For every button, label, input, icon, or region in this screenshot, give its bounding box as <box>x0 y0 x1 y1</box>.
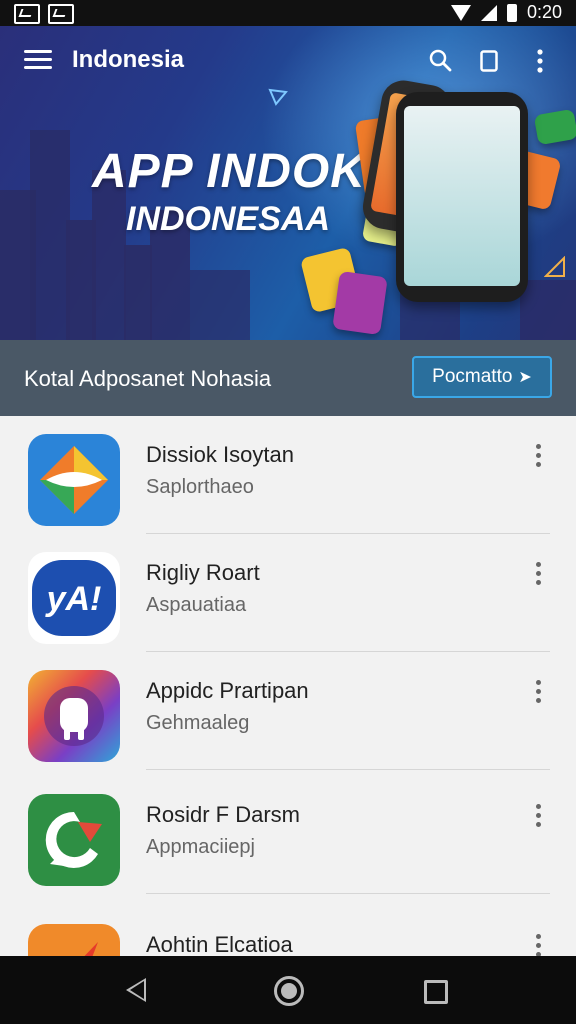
app-category: Saplorthaeo <box>146 476 254 498</box>
wifi-icon <box>450 4 471 21</box>
battery-icon <box>506 3 517 22</box>
menu-icon[interactable] <box>24 50 52 72</box>
status-time: 0:20 <box>526 2 562 22</box>
cellular-signal-icon <box>480 4 497 21</box>
divider <box>146 893 550 894</box>
phone-illustration-front <box>396 92 528 302</box>
list-item[interactable]: Appidc Prartipan Gehmaaleg <box>0 652 576 770</box>
list-item[interactable]: Aohtin Elcatioa <box>0 906 576 956</box>
app-list: Dissiok Isoytan Saplorthaeo yA! Rigliy R… <box>0 416 576 956</box>
app-icon <box>28 670 120 762</box>
list-item[interactable]: yA! Rigliy Roart Aspauatiaa <box>0 534 576 652</box>
system-nav-bar <box>0 956 576 1024</box>
app-icon <box>28 434 120 526</box>
more-vert-icon[interactable] <box>532 48 548 74</box>
triangle-decoration-icon <box>268 88 288 106</box>
photo-notification-icon <box>14 4 40 24</box>
list-item[interactable]: Rosidr F Darsm Appmaciiepj <box>0 776 576 894</box>
promo-button-label: Pocmatto <box>432 366 513 387</box>
hero-title: APP INDOK <box>92 145 366 198</box>
bookmark-icon[interactable] <box>480 50 498 72</box>
app-category: Aspauatiaa <box>146 594 247 616</box>
city-building <box>124 245 152 340</box>
hero-banner: Indonesia APP INDOK INDONESAA <box>0 26 576 340</box>
city-building <box>520 280 576 340</box>
city-building <box>190 270 250 340</box>
status-bar: 0:20 <box>0 0 576 26</box>
status-left-icons <box>14 4 74 24</box>
app-name: Aohtin Elcatioa <box>146 932 293 956</box>
back-icon[interactable] <box>126 978 146 1002</box>
svg-text:yA!: yA! <box>45 580 102 618</box>
app-category: Gehmaaleg <box>146 712 250 734</box>
hero-subtitle: INDONESAA <box>126 200 331 238</box>
app-name: Dissiok Isoytan <box>146 442 294 467</box>
app-icon: yA! <box>28 552 120 644</box>
recents-icon[interactable] <box>424 980 448 1004</box>
floating-app-card <box>533 108 576 146</box>
app-bar: Indonesia <box>0 26 576 96</box>
home-icon[interactable] <box>274 976 304 1006</box>
app-title: Indonesia <box>72 46 185 73</box>
city-building <box>30 130 70 340</box>
more-vert-icon[interactable] <box>530 804 546 832</box>
more-vert-icon[interactable] <box>530 680 546 708</box>
more-vert-icon[interactable] <box>530 444 546 472</box>
promo-button[interactable]: Pocmatto ➤ <box>412 356 552 398</box>
promo-text: Kotal Adposanet Nohasia <box>24 366 272 391</box>
more-vert-icon[interactable] <box>530 934 546 956</box>
app-icon <box>28 924 120 956</box>
more-vert-icon[interactable] <box>530 562 546 590</box>
app-name: Appidc Prartipan <box>146 678 309 703</box>
app-category: Appmaciiepj <box>146 836 255 858</box>
status-right: 0:20 <box>450 2 562 23</box>
app-icon <box>28 794 120 886</box>
search-icon[interactable] <box>428 48 452 72</box>
chevron-right-icon: ➤ <box>518 369 532 386</box>
divider <box>146 769 550 770</box>
gallery-notification-icon <box>48 4 74 24</box>
app-name: Rosidr F Darsm <box>146 802 301 827</box>
app-name: Rigliy Roart <box>146 560 260 585</box>
floating-app-card <box>332 270 388 336</box>
list-item[interactable]: Dissiok Isoytan Saplorthaeo <box>0 416 576 534</box>
triangle-decoration-icon <box>544 256 565 277</box>
